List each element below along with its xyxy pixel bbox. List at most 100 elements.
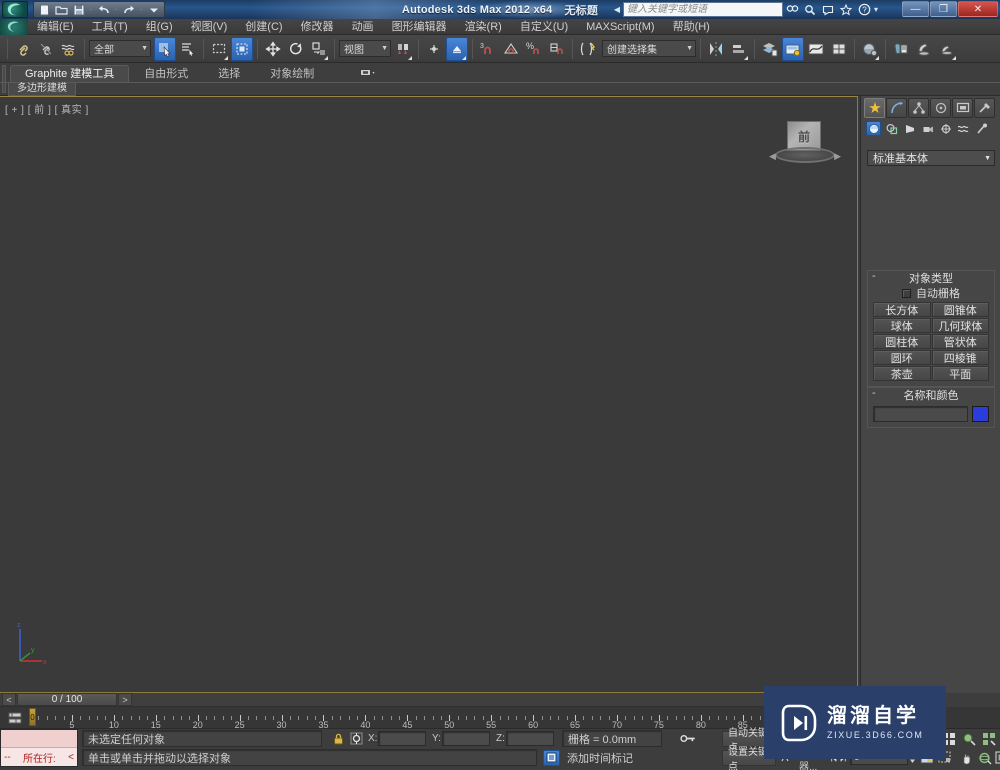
- snaps-3d-toggle-icon[interactable]: 3: [477, 37, 499, 61]
- flyout-corner-icon-6[interactable]: [875, 55, 879, 60]
- create-torus-button[interactable]: 圆环: [873, 350, 931, 365]
- ribbon-panel-polygon-modeling[interactable]: 多边形建模: [8, 83, 76, 96]
- display-tab[interactable]: [952, 98, 973, 118]
- shapes-category[interactable]: [884, 121, 899, 136]
- modify-tab[interactable]: [886, 98, 907, 118]
- menu-item-tools[interactable]: 工具(T): [83, 19, 137, 35]
- selection-filter-dropdown[interactable]: 全部 ▼: [89, 40, 151, 57]
- create-teapot-button[interactable]: 茶壶: [873, 366, 931, 381]
- help-icon[interactable]: ?: [856, 2, 873, 17]
- create-pyramid-button[interactable]: 四棱锥: [931, 350, 989, 365]
- create-cylinder-button[interactable]: 圆柱体: [873, 334, 931, 349]
- menu-item-group[interactable]: 组(G): [137, 19, 182, 35]
- autogrid-row[interactable]: 自动栅格: [873, 286, 989, 300]
- zoom-extents-icon[interactable]: [960, 730, 978, 747]
- cameras-category[interactable]: [920, 121, 935, 136]
- rendered-frame-window-icon[interactable]: [913, 37, 935, 61]
- percent-snap-toggle-icon[interactable]: %: [523, 37, 545, 61]
- ribbon-tab-object-paint[interactable]: 对象绘制: [255, 65, 329, 82]
- add-time-tag-label[interactable]: 添加时间标记: [562, 749, 662, 766]
- select-and-manipulate-icon[interactable]: [423, 37, 445, 61]
- ribbon-tab-graphite-modeling[interactable]: Graphite 建模工具: [10, 65, 130, 82]
- edit-named-selection-sets-icon[interactable]: [577, 37, 599, 61]
- customize-qat-icon[interactable]: [146, 2, 161, 17]
- coord-x-field[interactable]: [378, 731, 426, 746]
- subscription-icon[interactable]: [802, 2, 819, 17]
- search-icon[interactable]: [784, 2, 801, 17]
- favorites-icon[interactable]: [838, 2, 855, 17]
- select-and-move-icon[interactable]: [262, 37, 284, 61]
- rectangular-selection-region-icon[interactable]: [208, 37, 230, 61]
- autogrid-checkbox[interactable]: [902, 288, 911, 298]
- key-mode-icon[interactable]: [680, 731, 697, 747]
- hierarchy-tab[interactable]: [908, 98, 929, 118]
- time-slider[interactable]: 0 / 100: [17, 693, 117, 706]
- menu-item-customize[interactable]: 自定义(U): [511, 19, 577, 35]
- menu-item-views[interactable]: 视图(V): [182, 19, 237, 35]
- flyout-corner-icon-3[interactable]: [408, 55, 412, 60]
- ribbon-grip[interactable]: [2, 65, 6, 93]
- flyout-corner-icon-4[interactable]: [462, 55, 466, 60]
- select-and-scale-icon[interactable]: [308, 37, 330, 61]
- lock-selection-icon[interactable]: [330, 731, 347, 747]
- utilities-tab[interactable]: [974, 98, 995, 118]
- coord-y-field[interactable]: [442, 731, 490, 746]
- rollout-collapse-icon-2[interactable]: -: [872, 387, 876, 399]
- menu-item-maxscript[interactable]: MAXScript(M): [577, 19, 663, 35]
- viewport-label[interactable]: [ + ] [ 前 ] [ 真实 ]: [5, 101, 89, 116]
- undo-icon[interactable]: [96, 2, 111, 17]
- named-selection-sets-dropdown[interactable]: 创建选择集 ▼: [602, 40, 696, 57]
- space-warps-category[interactable]: [956, 121, 971, 136]
- align-icon[interactable]: [728, 37, 750, 61]
- menu-app-button[interactable]: [0, 18, 28, 35]
- lights-category[interactable]: [902, 121, 917, 136]
- select-and-rotate-icon[interactable]: [285, 37, 307, 61]
- create-plane-button[interactable]: 平面: [931, 366, 989, 381]
- time-cursor[interactable]: 0: [29, 708, 36, 726]
- menu-item-graph-editors[interactable]: 图形编辑器: [383, 19, 456, 35]
- create-cone-button[interactable]: 圆锥体: [931, 302, 989, 317]
- flyout-corner-icon[interactable]: [224, 55, 228, 60]
- bind-to-space-warp-icon[interactable]: [58, 37, 80, 61]
- new-file-icon[interactable]: [37, 2, 52, 17]
- select-by-name-icon[interactable]: [177, 37, 199, 61]
- timeline-next-button[interactable]: >: [118, 693, 132, 706]
- chevron-down-icon-4[interactable]: ▼: [984, 155, 991, 162]
- flyout-corner-icon-5[interactable]: [744, 55, 748, 60]
- name-and-color-header[interactable]: - 名称和颜色: [868, 387, 994, 402]
- info-center[interactable]: ◀ 键入关键字或短语 ? ▾: [614, 2, 880, 17]
- app-logo-icon[interactable]: [2, 1, 28, 18]
- chevron-down-icon[interactable]: ▼: [141, 45, 148, 52]
- view-cube-arrow-left[interactable]: ◀: [769, 151, 776, 162]
- flyout-corner-icon-7[interactable]: [952, 55, 956, 60]
- ribbon-tab-freeform[interactable]: 自由形式: [129, 65, 203, 82]
- menu-item-help[interactable]: 帮助(H): [664, 19, 719, 35]
- layer-manager-icon[interactable]: [759, 37, 781, 61]
- infocenter-search-input[interactable]: 键入关键字或短语: [622, 2, 783, 17]
- chevron-down-icon-2[interactable]: ▼: [381, 45, 388, 52]
- ribbon-minimize-icon[interactable]: [358, 66, 378, 80]
- save-icon[interactable]: [71, 2, 86, 17]
- rollout-collapse-icon[interactable]: -: [872, 270, 876, 282]
- create-sphere-button[interactable]: 球体: [873, 318, 931, 333]
- menu-item-create[interactable]: 创建(C): [236, 19, 291, 35]
- select-and-link-icon[interactable]: [12, 37, 34, 61]
- open-file-icon[interactable]: [54, 2, 69, 17]
- object-color-swatch[interactable]: [972, 406, 989, 422]
- graphite-modeling-toolbar-icon[interactable]: [782, 36, 804, 61]
- menu-item-modifiers[interactable]: 修改器: [292, 19, 343, 35]
- curve-editor-icon[interactable]: [805, 37, 827, 61]
- create-box-button[interactable]: 长方体: [873, 302, 931, 317]
- reference-coordinate-system-dropdown[interactable]: 视图 ▼: [339, 40, 391, 57]
- mirror-icon[interactable]: [705, 37, 727, 61]
- unlink-selection-icon[interactable]: [35, 37, 57, 61]
- object-category-dropdown[interactable]: 标准基本体 ▼: [867, 150, 995, 166]
- motion-tab[interactable]: [930, 98, 951, 118]
- help-dropdown-icon[interactable]: ▾: [874, 5, 880, 14]
- frame-ruler[interactable]: 51015202530354045505560657075808590: [30, 707, 835, 729]
- snaps-toggle-icon[interactable]: [446, 36, 468, 61]
- use-pivot-point-center-icon[interactable]: [392, 37, 414, 61]
- close-button[interactable]: ✕: [958, 1, 998, 17]
- create-tab[interactable]: [864, 98, 885, 118]
- systems-category[interactable]: [974, 121, 989, 136]
